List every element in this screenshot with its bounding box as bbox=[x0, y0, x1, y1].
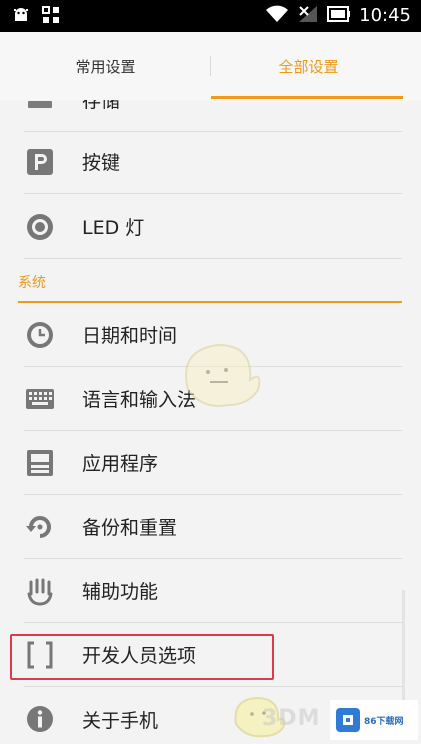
settings-item-keys[interactable]: 按键 bbox=[24, 130, 402, 194]
settings-item-label: 存储 bbox=[82, 100, 121, 112]
mascot-watermark-icon bbox=[185, 343, 261, 407]
android-debug-icon bbox=[12, 6, 30, 28]
section-header-system: 系统 bbox=[18, 263, 402, 303]
backup-reset-icon bbox=[24, 511, 56, 543]
active-tab-indicator bbox=[211, 96, 403, 99]
wifi-icon bbox=[265, 4, 289, 28]
settings-item-accessibility[interactable]: 辅助功能 bbox=[24, 559, 402, 623]
settings-item-label: 按键 bbox=[82, 152, 121, 174]
settings-item-label: LED 灯 bbox=[82, 217, 145, 239]
settings-list[interactable]: 存储 按键 LED 灯 系统 日期和时间 语言和输入法 应用程序 备份和重置 辅… bbox=[0, 100, 421, 744]
watermark-3dm: 3DM bbox=[262, 706, 321, 731]
settings-item-label: 备份和重置 bbox=[82, 517, 178, 539]
settings-item-apps[interactable]: 应用程序 bbox=[24, 431, 402, 495]
status-time: 10:45 bbox=[359, 5, 411, 26]
tab-all-settings[interactable]: 全部设置 bbox=[211, 32, 406, 100]
watermark-86-site: 86下载网 bbox=[330, 700, 418, 740]
settings-item-label: 关于手机 bbox=[82, 709, 159, 732]
keyboard-icon bbox=[24, 383, 56, 415]
site-name: 86下载网 bbox=[364, 716, 404, 727]
hand-accessibility-icon bbox=[24, 575, 56, 607]
settings-item-label: 日期和时间 bbox=[82, 325, 178, 347]
key-p-icon bbox=[24, 146, 56, 178]
clock-icon bbox=[24, 319, 56, 351]
settings-item-led[interactable]: LED 灯 bbox=[24, 195, 402, 259]
settings-item-developer-options[interactable]: 开发人员选项 bbox=[24, 623, 402, 687]
settings-item-storage[interactable]: 存储 bbox=[24, 100, 402, 132]
status-bar: 10:45 bbox=[0, 0, 421, 32]
settings-item-label: 辅助功能 bbox=[82, 581, 159, 603]
led-light-icon bbox=[24, 211, 56, 243]
section-title: 系统 bbox=[18, 275, 46, 291]
apps-icon bbox=[24, 447, 56, 479]
no-signal-icon bbox=[297, 4, 319, 28]
settings-item-label: 应用程序 bbox=[82, 453, 159, 475]
battery-icon bbox=[327, 6, 351, 26]
developer-brackets-icon bbox=[24, 639, 56, 671]
storage-icon bbox=[24, 100, 56, 116]
tab-common-settings[interactable]: 常用设置 bbox=[0, 32, 211, 100]
settings-item-backup-reset[interactable]: 备份和重置 bbox=[24, 495, 402, 559]
info-icon bbox=[24, 703, 56, 735]
site-logo-icon bbox=[336, 708, 360, 732]
settings-item-label: 开发人员选项 bbox=[82, 645, 197, 667]
app-grid-icon bbox=[42, 6, 60, 28]
settings-tabs: 常用设置 全部设置 bbox=[0, 32, 421, 100]
